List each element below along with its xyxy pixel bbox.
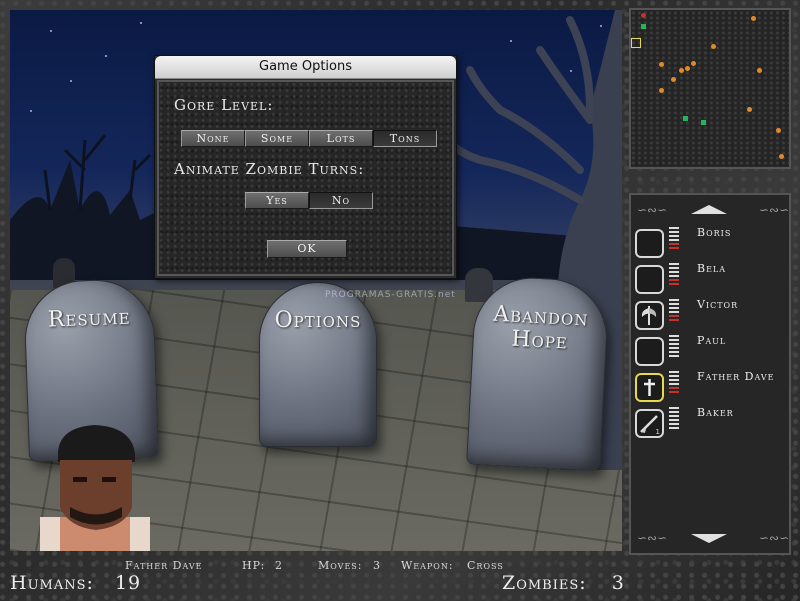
ammo-count: 1: [655, 428, 660, 436]
ornament-icon: ∽∾∽: [759, 203, 790, 217]
zombies-value: 3: [611, 572, 625, 594]
status-character-name: Father Dave: [125, 559, 203, 572]
human-marker: [659, 88, 664, 93]
zombie-marker: [701, 120, 706, 125]
enemy-marker: [641, 13, 646, 18]
roster-name-bela[interactable]: Bela: [697, 262, 726, 275]
zombies-count: Zombies: 3: [502, 572, 625, 594]
survivor-roster: ∽∾∽ ∽∾∽ Boris Bela Victor Paul Father Da…: [629, 193, 791, 555]
roster-name-paul[interactable]: Paul: [697, 334, 726, 347]
ornament-icon: ∽∾∽: [759, 531, 790, 545]
weapon-label: Weapon:: [401, 559, 454, 572]
scroll-up-arrow-icon[interactable]: [691, 205, 727, 214]
human-marker: [751, 16, 756, 21]
ornament-icon: ∽∾∽: [637, 531, 668, 545]
star: [105, 55, 107, 57]
health-bar: [669, 299, 679, 323]
health-bar: [669, 335, 679, 359]
humans-value: 19: [114, 572, 142, 594]
minimap[interactable]: [629, 8, 791, 169]
scroll-down-arrow-icon[interactable]: [691, 534, 727, 543]
health-bar: [669, 371, 679, 395]
human-marker: [691, 61, 696, 66]
human-marker: [776, 128, 781, 133]
gore-none-button[interactable]: None: [181, 130, 245, 147]
gore-some-button[interactable]: Some: [245, 130, 309, 147]
zombies-label: Zombies:: [502, 572, 587, 594]
hp-label: HP:: [242, 559, 266, 572]
axe-icon: [641, 306, 657, 325]
roster-name-baker[interactable]: Baker: [697, 406, 734, 419]
weapon-value: Cross: [467, 559, 504, 572]
roster-slot-boris[interactable]: [635, 229, 664, 258]
roster-slot-father-dave[interactable]: [635, 373, 664, 402]
roster-slot-bela[interactable]: [635, 265, 664, 294]
roster-slot-victor[interactable]: [635, 301, 664, 330]
zombie-marker: [683, 116, 688, 121]
animate-yes-button[interactable]: Yes: [245, 192, 309, 209]
roster-name-victor[interactable]: Victor: [697, 298, 738, 311]
health-bar: [669, 227, 679, 251]
dialog-title-bar[interactable]: Game Options: [155, 56, 456, 79]
character-portrait: [40, 425, 150, 551]
human-marker: [779, 154, 784, 159]
star: [140, 22, 142, 24]
human-marker: [671, 77, 676, 82]
human-marker: [685, 66, 690, 71]
star: [50, 30, 52, 32]
ornament-icon: ∽∾∽: [637, 203, 668, 217]
humans-label: Humans:: [10, 572, 94, 594]
star: [70, 80, 72, 82]
viewport-indicator: [631, 38, 641, 48]
cross-icon: [644, 379, 655, 396]
roster-slot-baker[interactable]: 1: [635, 409, 664, 438]
dialog-title: Game Options: [259, 59, 352, 74]
animate-zombie-turns-label: Animate Zombie Turns:: [174, 160, 365, 178]
moves-label: Moves:: [318, 559, 363, 572]
abandon-hope-tombstone-button[interactable]: Abandon Hope: [466, 274, 610, 472]
options-label: Options: [274, 308, 362, 333]
options-tombstone-button[interactable]: Options: [259, 282, 377, 447]
ok-button[interactable]: OK: [267, 240, 347, 258]
hp-value: 2: [275, 559, 283, 572]
status-bar: Father Dave HP: 2 Moves: 3 Weapon: Cross: [125, 559, 605, 573]
resume-label: Resume: [47, 304, 131, 333]
game-options-dialog: Game Options Gore Level: None Some Lots …: [154, 55, 457, 279]
roster-slot-paul[interactable]: [635, 337, 664, 366]
human-marker: [747, 107, 752, 112]
roster-name-boris[interactable]: Boris: [697, 226, 731, 239]
gore-lots-button[interactable]: Lots: [309, 130, 373, 147]
gore-tons-button[interactable]: Tons: [373, 130, 437, 147]
moves-value: 3: [373, 559, 381, 572]
watermark: PROGRAMAS-GRATIS.net: [325, 290, 456, 300]
hope-label: Hope: [510, 326, 569, 355]
animate-no-button[interactable]: No: [309, 192, 373, 209]
roster-name-father-dave[interactable]: Father Dave: [697, 370, 774, 383]
dialog-body: Gore Level: None Some Lots Tons Animate …: [157, 80, 454, 276]
health-bar: [669, 263, 679, 287]
zombie-marker: [641, 24, 646, 29]
human-marker: [711, 44, 716, 49]
health-bar: [669, 407, 679, 431]
human-marker: [757, 68, 762, 73]
gore-level-label: Gore Level:: [174, 96, 274, 114]
human-marker: [659, 62, 664, 67]
human-marker: [679, 68, 684, 73]
humans-count: Humans: 19: [10, 572, 141, 594]
